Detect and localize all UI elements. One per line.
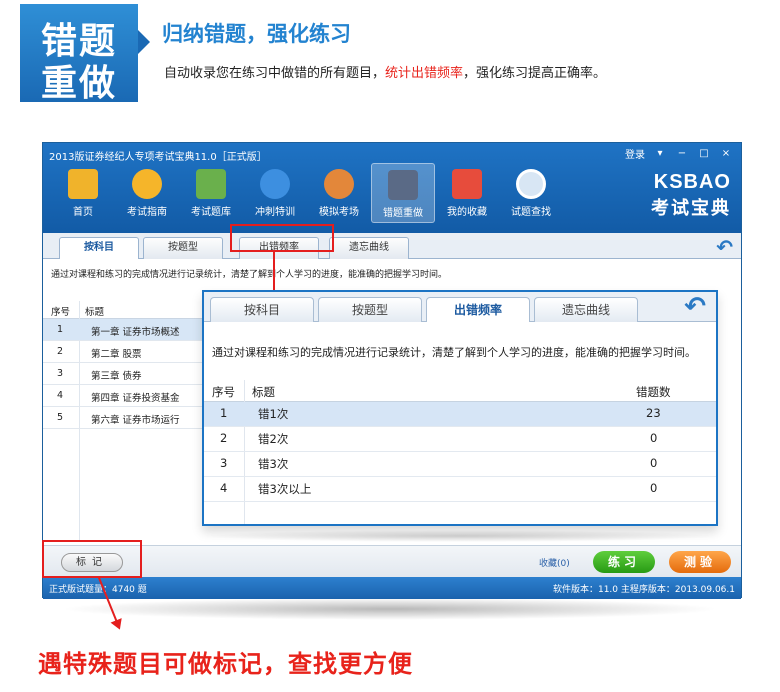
toolbar-search-questions[interactable]: 试题查找 <box>499 163 563 223</box>
panel-tab-by-subject[interactable]: 按科目 <box>210 297 314 322</box>
question-count: 正式版试题量：4740 题 <box>49 585 147 595</box>
bottom-caption: 遇特殊题目可做标记，查找更方便 <box>38 650 413 678</box>
minimize-icon[interactable]: − <box>675 148 689 159</box>
list-item[interactable]: 3 第三章 债券 <box>43 363 203 385</box>
clock-icon <box>324 169 354 199</box>
list-item[interactable]: 4 第四章 证券投资基金 <box>43 385 203 407</box>
table-row[interactable]: 4 错3次以上 0 <box>204 477 716 502</box>
version-info: 软件版本：11.0 主程序版本：2013.09.06.1 <box>552 585 735 595</box>
feature-description: 自动收录您在练习中做错的所有题目，统计出错频率，强化练习提高正确率。 <box>164 66 607 81</box>
toolbar-wrong-redo[interactable]: 错题重做 <box>371 163 435 223</box>
list-header: 序号 标题 <box>43 301 203 319</box>
books-icon <box>196 169 226 199</box>
login-link[interactable]: 登录 <box>625 146 645 161</box>
close-icon[interactable]: × <box>719 148 733 159</box>
list-item[interactable]: 5 第六章 证券市场运行 <box>43 407 203 429</box>
ksbao-logo: KSBAO 考试宝典 <box>641 171 731 220</box>
panel-table-header: 序号 标题 错题数 <box>204 380 716 402</box>
main-toolbar: 首页 考试指南 考试题库 冲刺特训 模拟考场 错题重做 我的收藏 试题查找 <box>51 163 563 223</box>
status-bar: 正式版试题量：4740 题 软件版本：11.0 主程序版本：2013.09.06… <box>43 577 741 599</box>
panel-tab-by-type[interactable]: 按题型 <box>318 297 422 322</box>
favorites-link[interactable]: 收藏(0) <box>539 556 570 569</box>
panel-tab-error-frequency[interactable]: 出错频率 <box>426 297 530 322</box>
toolbar-my-favorites[interactable]: 我的收藏 <box>435 163 499 223</box>
list-item[interactable]: 2 第二章 股票 <box>43 341 203 363</box>
search-icon <box>516 169 546 199</box>
header-index: 序号 <box>51 307 71 318</box>
test-button[interactable]: 测验 <box>669 551 731 573</box>
table-row[interactable]: 3 错3次 0 <box>204 452 716 477</box>
description-highlight: 统计出错频率 <box>385 66 464 81</box>
panel-header-index: 序号 <box>212 385 235 399</box>
gift-box-icon <box>452 169 482 199</box>
toolbar-home[interactable]: 首页 <box>51 163 115 223</box>
window-controls: 登录 ▾ − □ × <box>625 146 733 161</box>
title-bar: 2013版证券经纪人专项考试宝典11.0［正式版］ 登录 ▾ − □ × 首页 … <box>43 143 741 233</box>
info-text: 通过对课程和练习的完成情况进行记录统计，清楚了解到个人学习的进度，能准确的把握学… <box>51 270 448 280</box>
panel-tab-forgetting-curve[interactable]: 遗忘曲线 <box>534 297 638 322</box>
error-frequency-panel: 按科目 按题型 出错频率 遗忘曲线 ↶ 通过对课程和练习的完成情况进行记录统计，… <box>202 290 718 526</box>
panel-back-arrow-icon[interactable]: ↶ <box>684 292 706 322</box>
practice-button[interactable]: 练习 <box>593 551 655 573</box>
mark-callout-arrow-head <box>110 618 126 632</box>
action-bar: 标记 收藏(0) 练习 测验 <box>43 545 741 577</box>
view-tabs: 按科目 按题型 出错频率 遗忘曲线 ↶ <box>43 233 741 259</box>
window-shadow <box>60 598 720 620</box>
tab-by-subject[interactable]: 按科目 <box>59 237 139 259</box>
feature-badge: 错题 重做 <box>20 4 138 104</box>
panel-header-title: 标题 <box>252 385 275 399</box>
feature-headline: 归纳错题，强化练习 <box>162 22 351 46</box>
panel-info-text: 通过对课程和练习的完成情况进行记录统计，清楚了解到个人学习的进度，能准确的把握学… <box>212 346 696 359</box>
toolbar-exam-guide[interactable]: 考试指南 <box>115 163 179 223</box>
toolbar-sprint-training[interactable]: 冲刺特训 <box>243 163 307 223</box>
home-icon <box>68 169 98 199</box>
logo-brand: KSBAO <box>653 171 731 193</box>
maximize-icon[interactable]: □ <box>697 148 711 159</box>
table-row[interactable]: 2 错2次 0 <box>204 427 716 452</box>
toolbar-mock-exam[interactable]: 模拟考场 <box>307 163 371 223</box>
logo-name: 考试宝典 <box>651 198 731 219</box>
panel-header-count: 错题数 <box>636 385 671 399</box>
globe-icon <box>260 169 290 199</box>
badge-line-2: 重做 <box>40 63 117 104</box>
panel-shadow <box>200 530 720 542</box>
window-title: 2013版证券经纪人专项考试宝典11.0［正式版］ <box>49 152 267 163</box>
back-arrow-icon[interactable]: ↶ <box>716 235 733 259</box>
list-item[interactable]: 1 第一章 证券市场概述 <box>43 319 203 341</box>
error-frequency-callout <box>230 224 334 252</box>
tab-by-type[interactable]: 按题型 <box>143 237 223 259</box>
menu-icon[interactable]: ▾ <box>653 148 667 159</box>
table-row[interactable]: 1 错1次 23 <box>204 402 716 427</box>
toolbar-question-bank[interactable]: 考试题库 <box>179 163 243 223</box>
badge-notch <box>138 30 150 54</box>
panel-tabs: 按科目 按题型 出错频率 遗忘曲线 ↶ <box>204 292 716 322</box>
header-title: 标题 <box>85 307 105 318</box>
mark-button-callout <box>42 540 142 578</box>
tab-forgetting-curve[interactable]: 遗忘曲线 <box>329 237 409 259</box>
pen-icon <box>388 170 418 200</box>
compass-icon <box>132 169 162 199</box>
